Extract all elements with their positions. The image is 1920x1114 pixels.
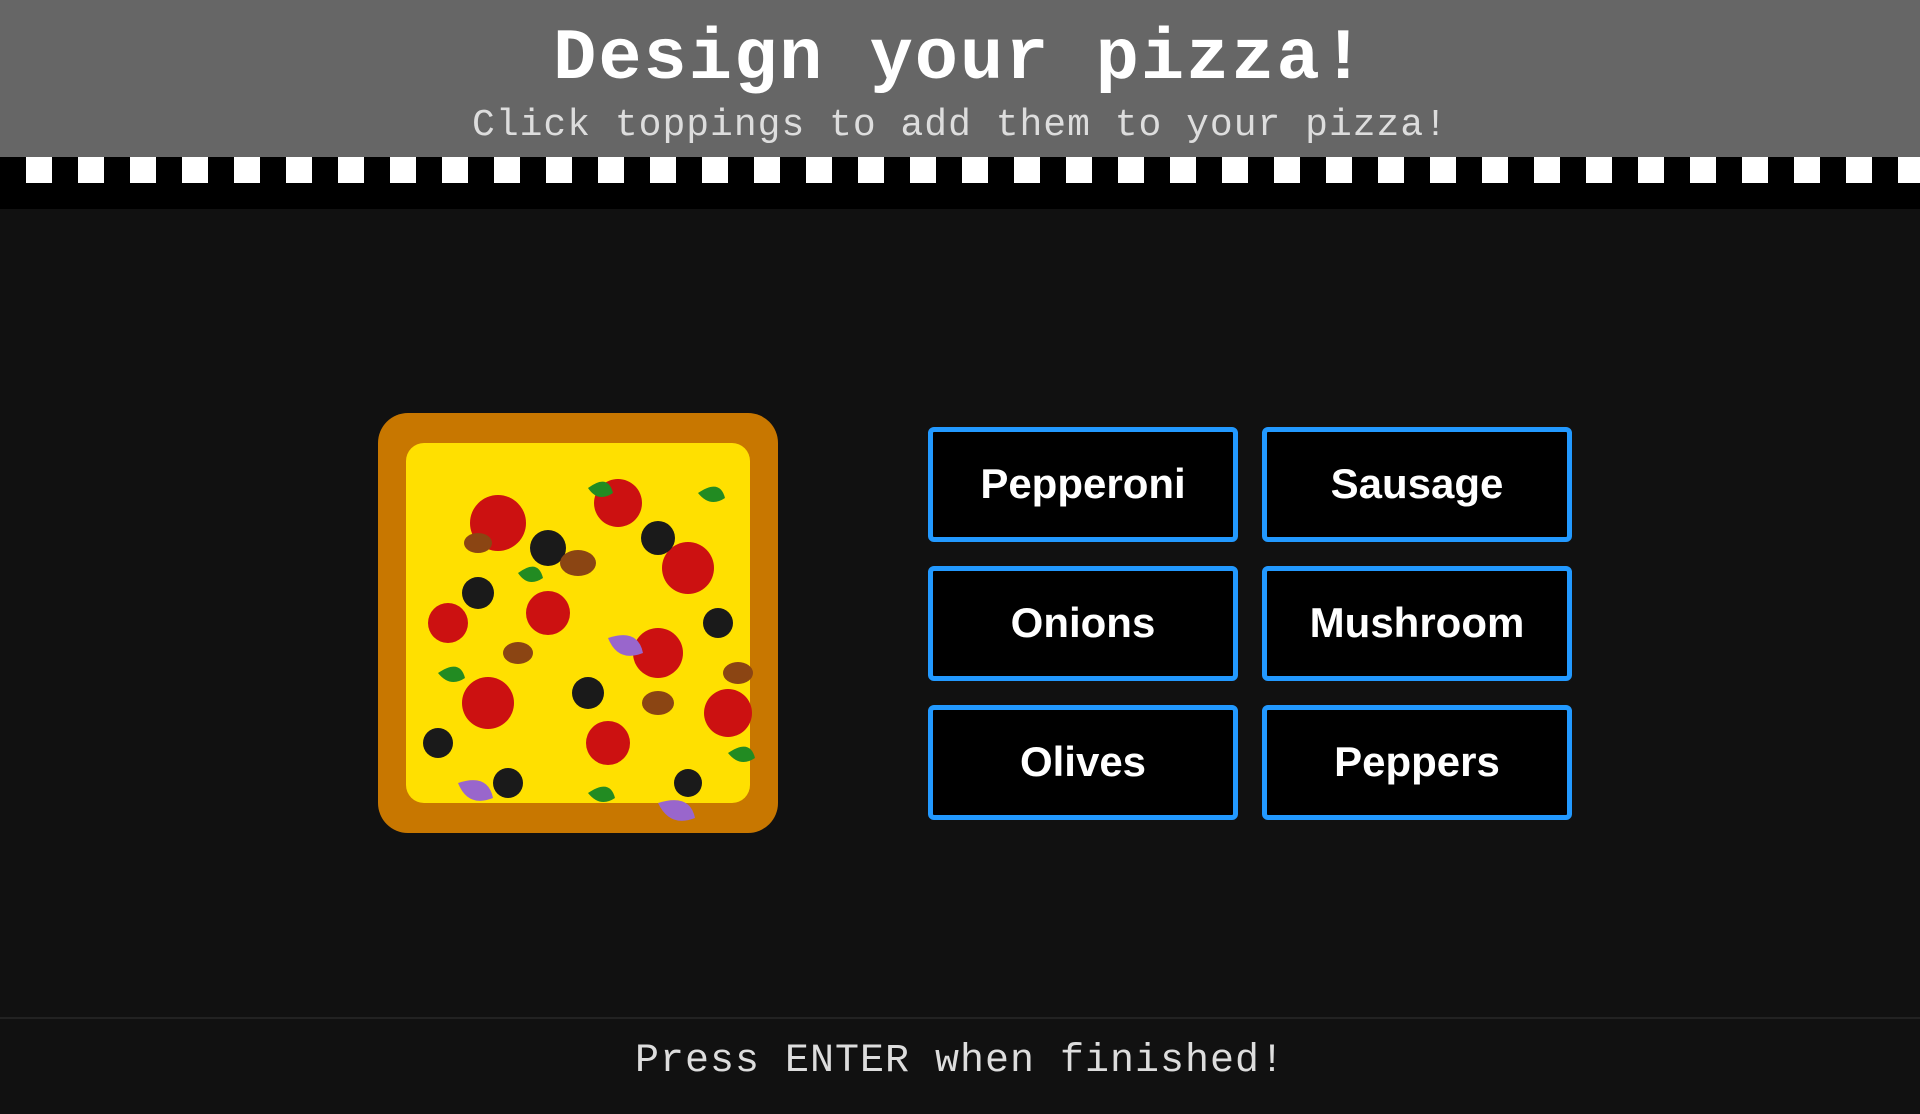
olives-button[interactable]: Olives	[928, 705, 1238, 820]
toppings-grid: Pepperoni Sausage Onions Mushroom Olives…	[928, 427, 1572, 820]
checker-bottom-row	[0, 183, 1920, 209]
main-content: Pepperoni Sausage Onions Mushroom Olives…	[0, 209, 1920, 1017]
pepperoni-button[interactable]: Pepperoni	[928, 427, 1238, 542]
checker-top-row	[0, 157, 1920, 183]
mushroom-button[interactable]: Mushroom	[1262, 566, 1572, 681]
footer-section: Press ENTER when finished!	[0, 1017, 1920, 1114]
checker-border	[0, 157, 1920, 209]
header-section: Design your pizza! Click toppings to add…	[0, 0, 1920, 157]
peppers-button[interactable]: Peppers	[1262, 705, 1572, 820]
footer-prompt: Press ENTER when finished!	[0, 1039, 1920, 1084]
page-subtitle: Click toppings to add them to your pizza…	[0, 104, 1920, 147]
pizza-graphic	[348, 393, 808, 853]
onions-button[interactable]: Onions	[928, 566, 1238, 681]
page-title: Design your pizza!	[0, 18, 1920, 100]
pizza-display	[348, 393, 808, 853]
sausage-button[interactable]: Sausage	[1262, 427, 1572, 542]
